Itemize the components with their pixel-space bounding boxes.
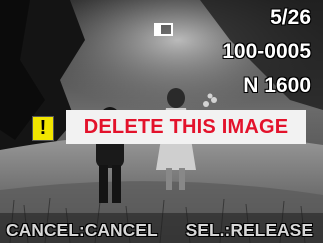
image-counter: 5/26: [270, 6, 311, 29]
image-quality: N 1600: [243, 74, 311, 97]
exclamation-icon: !: [32, 116, 54, 141]
folder-file-number: 100-0005: [222, 40, 311, 63]
release-softkey[interactable]: SEL.:RELEASE: [186, 220, 313, 241]
single-frame-icon: [154, 23, 173, 36]
delete-confirmation-message: DELETE THIS IMAGE: [66, 110, 306, 144]
cancel-softkey[interactable]: CANCEL:CANCEL: [6, 220, 158, 241]
camera-lcd-screen: 5/26 100-0005 N 1600 ! DELETE THIS IMAGE…: [0, 0, 323, 243]
